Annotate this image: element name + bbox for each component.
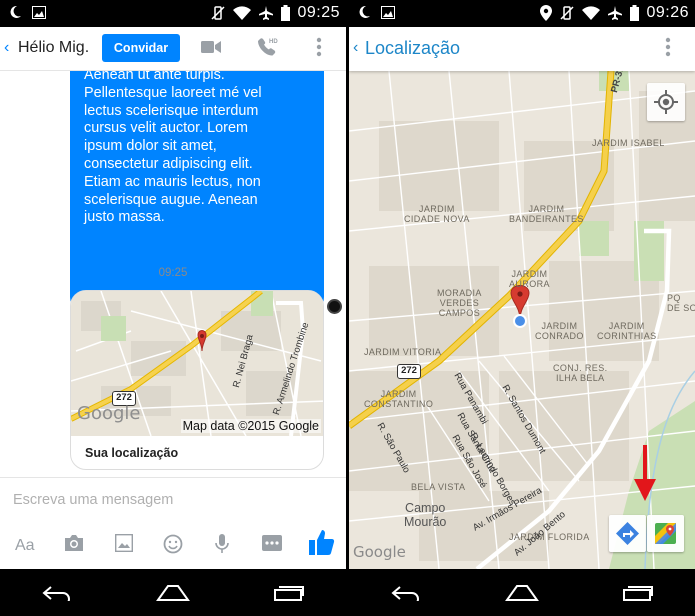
neighborhood-label: JARDIM VITORIA xyxy=(364,347,442,357)
battery-icon xyxy=(281,5,291,21)
contact-name[interactable]: Hélio Mig... xyxy=(18,39,90,57)
city-label: Campo Mourão xyxy=(404,501,447,529)
map-view[interactable]: PR-317 272 JARDIM ISABEL JARDIM CIDADE N… xyxy=(349,71,695,569)
open-maps-button[interactable] xyxy=(647,515,684,552)
neighborhood-label: BELA VISTA xyxy=(411,482,466,492)
neighborhood-label: JARDIM CONRADO xyxy=(535,321,584,341)
invite-button[interactable]: Convidar xyxy=(102,34,180,62)
message-line: justo massa. xyxy=(84,209,165,226)
neighborhood-label: MORADIA VERDES CAMPOS xyxy=(437,288,482,318)
message-line: consectetur adipiscing elit. xyxy=(84,155,253,172)
video-call-icon[interactable] xyxy=(201,40,221,54)
read-receipt-avatar xyxy=(327,299,342,314)
back-nav-icon[interactable] xyxy=(41,585,73,601)
status-time: 09:26 xyxy=(646,4,689,21)
conversation-header: ‹ Hélio Mig... Convidar HD xyxy=(0,27,346,71)
location-pin-icon xyxy=(540,5,553,21)
text-format-button[interactable]: Aa xyxy=(15,537,35,555)
directions-icon xyxy=(616,522,639,545)
message-thread[interactable]: Aenean ut ante turpis. Pellentesque laor… xyxy=(0,71,346,477)
page-title: Localização xyxy=(365,38,461,58)
neighborhood-label: JARDIM ISABEL xyxy=(592,138,665,148)
camera-icon[interactable] xyxy=(63,534,85,552)
message-line: Etiam ac mauris lectus, non xyxy=(84,173,261,190)
message-line: ipsum dolor sit amet, xyxy=(84,138,217,155)
home-nav-icon[interactable] xyxy=(505,584,539,602)
neighborhood-label: PQ DE SOU xyxy=(667,293,695,313)
status-bar: 09:25 xyxy=(0,0,346,27)
hd-call-icon[interactable]: HD xyxy=(256,36,278,58)
like-icon[interactable] xyxy=(308,528,336,556)
directions-button[interactable] xyxy=(609,515,646,552)
message-input[interactable]: Escreva uma mensagem xyxy=(13,492,173,508)
wifi-icon xyxy=(582,5,601,20)
my-location-button[interactable] xyxy=(647,83,685,121)
gallery-icon[interactable] xyxy=(115,534,133,552)
image-notification-icon xyxy=(32,5,46,19)
map-attribution: Map data ©2015 Google xyxy=(180,419,321,433)
system-nav-bar xyxy=(349,569,695,616)
overflow-menu-icon[interactable] xyxy=(316,37,322,57)
back-chevron-icon[interactable]: ‹ xyxy=(353,39,358,57)
svg-text:HD: HD xyxy=(269,39,278,45)
message-timestamp: 09:25 xyxy=(158,267,188,279)
my-location-icon xyxy=(654,90,678,114)
google-maps-icon xyxy=(655,523,676,544)
moon-icon xyxy=(10,5,21,18)
neighborhood-label: JARDIM AURORA xyxy=(509,269,550,289)
system-nav-bar xyxy=(0,569,346,616)
map-screen: 09:26 ‹ Localização PR-317 272 JARDIM IS… xyxy=(349,0,695,616)
overflow-menu-icon[interactable] xyxy=(665,37,671,57)
location-message-card[interactable]: 272 R. Nei Braga R. Armelindo Trombine G… xyxy=(70,290,324,470)
moon-icon xyxy=(359,5,370,18)
back-nav-icon[interactable] xyxy=(390,585,422,601)
recents-nav-icon[interactable] xyxy=(622,585,654,601)
airplane-icon xyxy=(608,6,623,20)
neighborhood-label: CONJ. RES. ILHA BELA xyxy=(553,363,608,383)
status-time: 09:25 xyxy=(297,4,340,21)
emoji-icon[interactable] xyxy=(163,534,183,554)
message-line: Aenean ut ante turpis. xyxy=(84,71,225,83)
messenger-screen: 09:25 ‹ Hélio Mig... Convidar HD Aenean … xyxy=(0,0,346,616)
airplane-icon xyxy=(259,6,274,20)
recents-nav-icon[interactable] xyxy=(273,585,305,601)
neighborhood-label: JARDIM CONSTANTINO xyxy=(364,389,434,409)
neighborhood-label: JARDIM CORINTHIAS xyxy=(597,321,657,341)
wifi-icon xyxy=(233,5,252,20)
microphone-icon[interactable] xyxy=(215,534,229,554)
location-label: Sua localização xyxy=(85,446,179,460)
back-chevron-icon[interactable]: ‹ xyxy=(4,39,9,57)
google-watermark: Google xyxy=(77,403,141,424)
vibrate-off-icon xyxy=(560,6,574,20)
vibrate-off-icon xyxy=(211,6,225,20)
neighborhood-label: JARDIM FLORIDA xyxy=(509,532,590,542)
message-line: lectus scelerisque interdum xyxy=(84,102,259,119)
image-notification-icon xyxy=(381,5,395,19)
road-shield: 272 xyxy=(397,364,421,379)
composer-toolbar: Aa xyxy=(0,528,346,564)
more-icon[interactable] xyxy=(262,534,282,552)
neighborhood-label: JARDIM BANDEIRANTES xyxy=(509,204,584,224)
message-line: cursus velit auctor. Lorem xyxy=(84,120,248,137)
battery-icon xyxy=(630,5,640,21)
message-line: Pellentesque laoreet mé vel xyxy=(84,84,262,101)
neighborhood-label: JARDIM CIDADE NOVA xyxy=(404,204,470,224)
home-nav-icon[interactable] xyxy=(156,584,190,602)
map-header: ‹ Localização xyxy=(349,27,695,71)
message-line: scelerisque augue. Aenean xyxy=(84,191,258,208)
composer: Escreva uma mensagem Aa xyxy=(0,477,346,569)
google-watermark: Google xyxy=(353,543,406,561)
status-bar: 09:26 xyxy=(349,0,695,27)
